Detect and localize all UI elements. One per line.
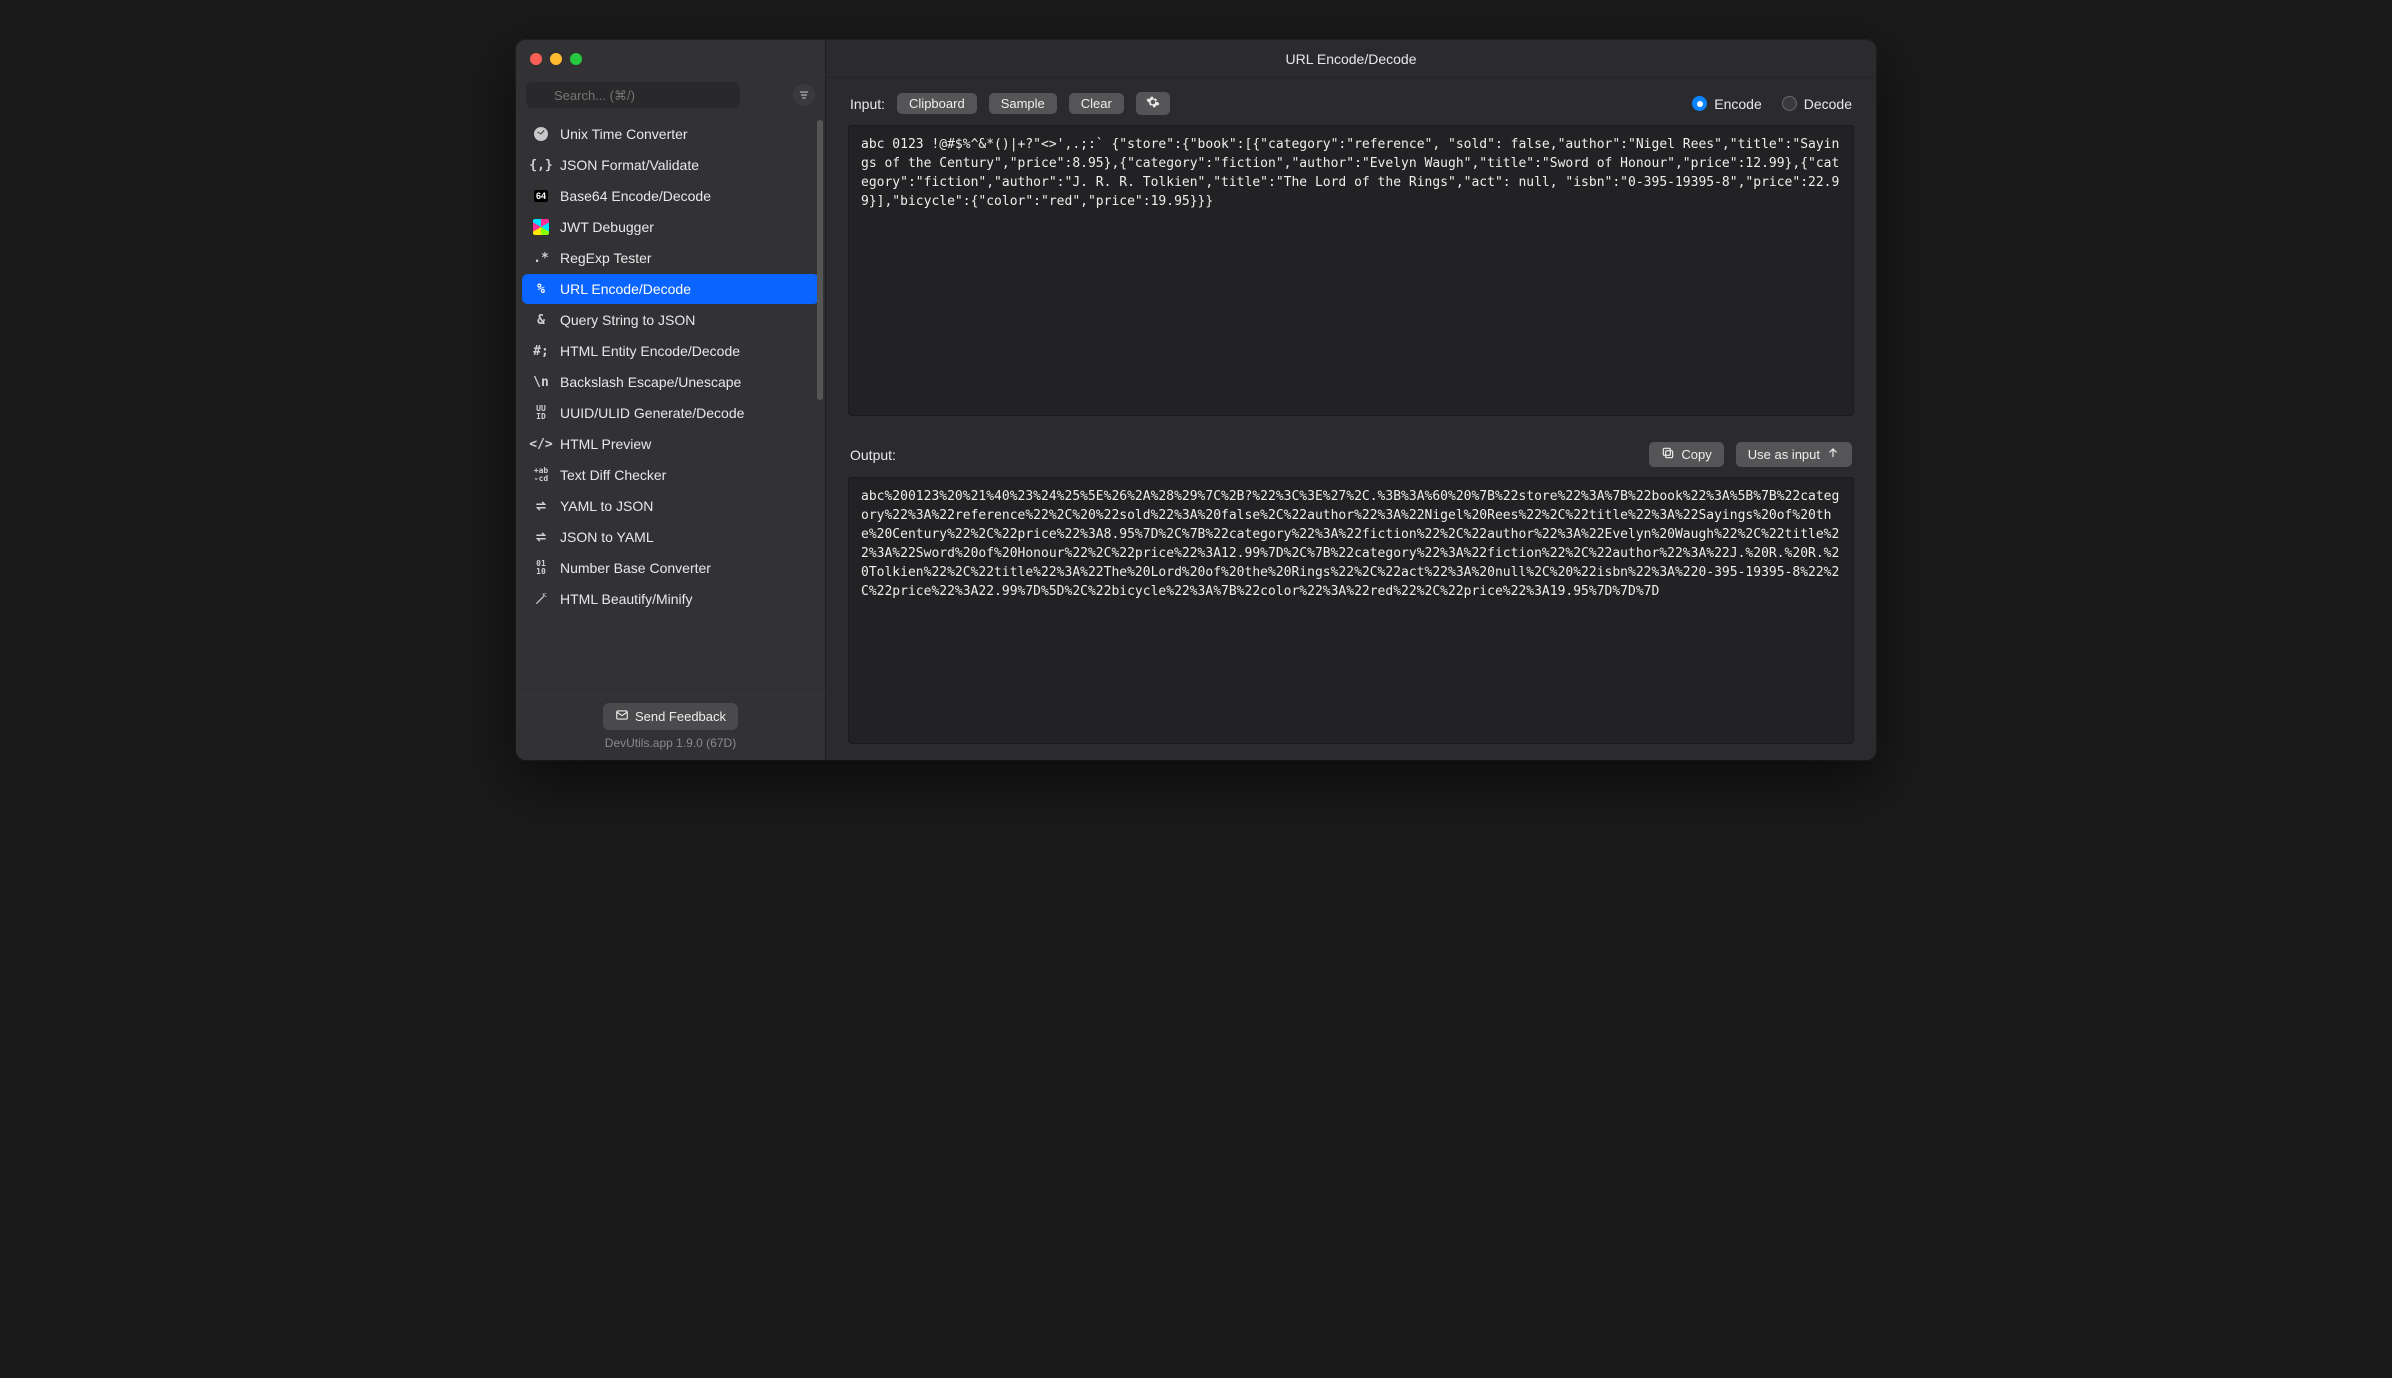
input-label: Input: (850, 96, 885, 112)
braces-icon: {,} (532, 156, 550, 174)
percent-icon: % (532, 280, 550, 298)
sidebar-footer: Send Feedback DevUtils.app 1.9.0 (67D) (516, 694, 825, 760)
use-as-input-label: Use as input (1748, 447, 1820, 462)
diff-icon: +ab-cd (532, 466, 550, 484)
wand-icon (532, 590, 550, 608)
output-textarea[interactable]: abc%200123%20%21%40%23%24%25%5E%26%2A%28… (848, 477, 1854, 744)
binary-icon: 0110 (532, 559, 550, 577)
encode-radio-label: Encode (1714, 96, 1761, 112)
use-as-input-button[interactable]: Use as input (1736, 442, 1852, 467)
sidebar: Unix Time Converter {,} JSON Format/Valida… (516, 40, 826, 760)
output-toolbar: Output: Copy Use as input (826, 428, 1876, 477)
input-toolbar: Input: Clipboard Sample Clear Encode (826, 78, 1876, 125)
sidebar-item-label: JSON to YAML (560, 529, 654, 545)
code-icon: </> (532, 435, 550, 453)
bslash-icon: \n (532, 373, 550, 391)
mail-icon (615, 708, 629, 725)
sidebar-item-uuid-ulid-generate-decode[interactable]: UUID UUID/ULID Generate/Decode (522, 398, 819, 428)
sidebar-item-url-encode-decode[interactable]: % URL Encode/Decode (522, 274, 819, 304)
sidebar-item-text-diff-checker[interactable]: +ab-cd Text Diff Checker (522, 460, 819, 490)
main-pane: URL Encode/Decode Input: Clipboard Sampl… (826, 40, 1876, 760)
sidebar-item-label: Base64 Encode/Decode (560, 188, 711, 204)
sidebar-item-label: Unix Time Converter (560, 126, 688, 142)
sidebar-item-unix-time-converter[interactable]: Unix Time Converter (522, 119, 819, 149)
decode-radio-label: Decode (1804, 96, 1852, 112)
gear-icon (1146, 97, 1160, 112)
settings-button[interactable] (1136, 92, 1170, 115)
search-input[interactable] (526, 82, 740, 108)
sidebar-item-label: URL Encode/Decode (560, 281, 691, 297)
sidebar-item-label: Query String to JSON (560, 312, 695, 328)
output-label: Output: (850, 447, 896, 463)
copy-label: Copy (1681, 447, 1711, 462)
jwt-icon (532, 218, 550, 236)
hash-icon: #; (532, 342, 550, 360)
copy-icon (1661, 446, 1675, 463)
sidebar-item-label: Backslash Escape/Unescape (560, 374, 741, 390)
copy-button[interactable]: Copy (1649, 442, 1723, 467)
sidebar-item-jwt-debugger[interactable]: JWT Debugger (522, 212, 819, 242)
clock-icon (532, 125, 550, 143)
swap-icon (532, 528, 550, 546)
b64-icon: 64 (532, 187, 550, 205)
mode-radio-group: Encode Decode (1692, 96, 1852, 112)
scrollbar-thumb[interactable] (817, 120, 823, 400)
swap-icon (532, 497, 550, 515)
sidebar-item-html-beautify-minify[interactable]: HTML Beautify/Minify (522, 584, 819, 614)
traffic-lights (530, 53, 582, 65)
sidebar-item-json-format-validate[interactable]: {,} JSON Format/Validate (522, 150, 819, 180)
sidebar-item-backslash-escape-unescape[interactable]: \n Backslash Escape/Unescape (522, 367, 819, 397)
sidebar-item-number-base-converter[interactable]: 0110 Number Base Converter (522, 553, 819, 583)
amp-icon: & (532, 311, 550, 329)
sidebar-item-base64-encode-decode[interactable]: 64 Base64 Encode/Decode (522, 181, 819, 211)
titlebar (516, 40, 825, 78)
radio-dot-icon (1782, 96, 1797, 111)
arrow-up-icon (1826, 446, 1840, 463)
radio-dot-icon (1692, 96, 1707, 111)
search-row (516, 78, 825, 116)
uuid-icon: UUID (532, 404, 550, 422)
sidebar-list[interactable]: Unix Time Converter {,} JSON Format/Valida… (516, 116, 825, 694)
list-sort-button[interactable] (793, 84, 815, 106)
input-textarea[interactable]: abc 0123 !@#$%^&*()|+?"<>',.;:` {"store"… (848, 125, 1854, 416)
minimize-window-button[interactable] (550, 53, 562, 65)
sidebar-item-label: JSON Format/Validate (560, 157, 699, 173)
sidebar-item-label: JWT Debugger (560, 219, 654, 235)
maximize-window-button[interactable] (570, 53, 582, 65)
sidebar-item-label: UUID/ULID Generate/Decode (560, 405, 744, 421)
send-feedback-button[interactable]: Send Feedback (603, 703, 738, 730)
sidebar-item-query-string-to-json[interactable]: &Query String to JSON (522, 305, 819, 335)
send-feedback-label: Send Feedback (635, 709, 726, 724)
close-window-button[interactable] (530, 53, 542, 65)
sidebar-item-html-entity-encode-decode[interactable]: #; HTML Entity Encode/Decode (522, 336, 819, 366)
version-label: DevUtils.app 1.9.0 (67D) (605, 736, 736, 750)
sample-button[interactable]: Sample (989, 93, 1057, 114)
sidebar-item-json-to-yaml[interactable]: JSON to YAML (522, 522, 819, 552)
sidebar-item-label: Text Diff Checker (560, 467, 666, 483)
sidebar-item-label: RegExp Tester (560, 250, 652, 266)
page-title: URL Encode/Decode (826, 40, 1876, 78)
sidebar-item-label: HTML Beautify/Minify (560, 591, 693, 607)
sidebar-item-label: Number Base Converter (560, 560, 711, 576)
decode-radio[interactable]: Decode (1782, 96, 1852, 112)
sidebar-item-label: HTML Preview (560, 436, 651, 452)
encode-radio[interactable]: Encode (1692, 96, 1761, 112)
sidebar-item-html-preview[interactable]: </> HTML Preview (522, 429, 819, 459)
clipboard-button[interactable]: Clipboard (897, 93, 977, 114)
sidebar-item-yaml-to-json[interactable]: YAML to JSON (522, 491, 819, 521)
sidebar-item-label: HTML Entity Encode/Decode (560, 343, 740, 359)
regex-icon: .* (532, 249, 550, 267)
sidebar-item-label: YAML to JSON (560, 498, 653, 514)
sidebar-item-regexp-tester[interactable]: .* RegExp Tester (522, 243, 819, 273)
app-window: Unix Time Converter {,} JSON Format/Valida… (516, 40, 1876, 760)
clear-button[interactable]: Clear (1069, 93, 1124, 114)
